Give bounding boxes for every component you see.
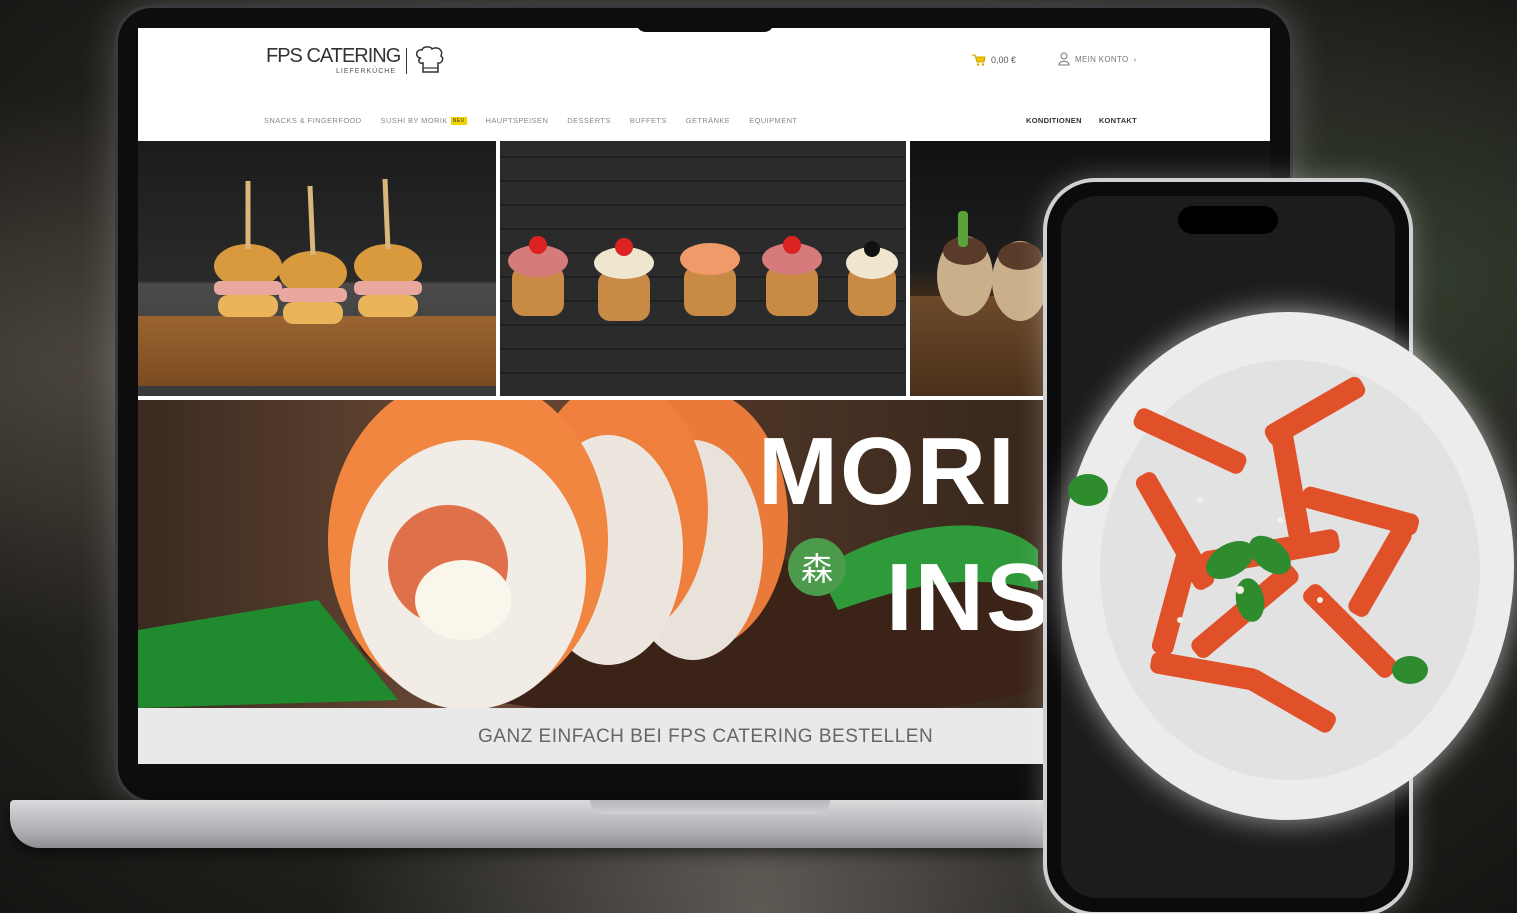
new-badge: NEU xyxy=(450,117,467,126)
category-tile-burgers[interactable] xyxy=(138,141,496,396)
logo-divider xyxy=(406,48,408,74)
cart-button[interactable]: 0,00 € xyxy=(972,54,1016,66)
account-label: MEIN KONTO xyxy=(1075,54,1129,64)
nav-item-sushi-label: SUSHI BY MORIK xyxy=(380,116,448,125)
nav-item-konditionen[interactable]: KONDITIONEN xyxy=(1026,116,1082,125)
nav-item-equipment[interactable]: EQUIPMENT xyxy=(749,116,797,125)
site-header: FPS CATERING LIEFERKÜCHE 0,00 € MEIN KON… xyxy=(138,28,1270,138)
nav-item-buffets[interactable]: BUFFETS xyxy=(630,116,667,125)
dynamic-island xyxy=(1178,206,1278,234)
chef-hat-icon xyxy=(416,46,444,73)
mini-burgers-image xyxy=(214,178,422,324)
hero-title-line2: INS xyxy=(886,544,1053,651)
nav-item-desserts[interactable]: DESSERTS xyxy=(567,116,611,125)
laptop-notch xyxy=(636,8,774,32)
logo-subtitle: LIEFERKÜCHE xyxy=(336,68,397,75)
banner-text: GANZ EINFACH BEI FPS CATERING BESTELLEN xyxy=(478,726,934,747)
site-logo[interactable]: FPS CATERING LIEFERKÜCHE xyxy=(266,46,447,76)
nav-item-hauptspeisen[interactable]: HAUPTSPEISEN xyxy=(486,116,549,125)
canapes-image xyxy=(508,236,898,321)
plate-center xyxy=(1100,360,1480,780)
nav-item-sushi[interactable]: SUSHI BY MORIK NEU xyxy=(380,116,467,126)
logo-text: FPS CATERING xyxy=(266,45,401,67)
main-nav: SNACKS & FINGERFOOD SUSHI BY MORIK NEU HA… xyxy=(264,116,797,126)
nav-item-snacks[interactable]: SNACKS & FINGERFOOD xyxy=(264,116,362,125)
account-menu[interactable]: MEIN KONTO › xyxy=(1058,52,1137,66)
secondary-nav: KONDITIONEN KONTAKT xyxy=(1026,116,1137,125)
hero-title-line1: MORI xyxy=(758,418,1017,525)
mori-emblem-icon: 森 xyxy=(788,538,846,596)
cart-total: 0,00 € xyxy=(991,55,1017,65)
laptop-groove xyxy=(590,800,830,814)
category-tile-canapes[interactable] xyxy=(500,141,906,396)
user-icon xyxy=(1058,52,1070,66)
cart-icon xyxy=(972,54,986,66)
nav-item-kontakt[interactable]: KONTAKT xyxy=(1099,116,1137,125)
nav-item-getraenke[interactable]: GETRÄNKE xyxy=(686,116,730,125)
chevron-right-icon: › xyxy=(1133,54,1137,64)
